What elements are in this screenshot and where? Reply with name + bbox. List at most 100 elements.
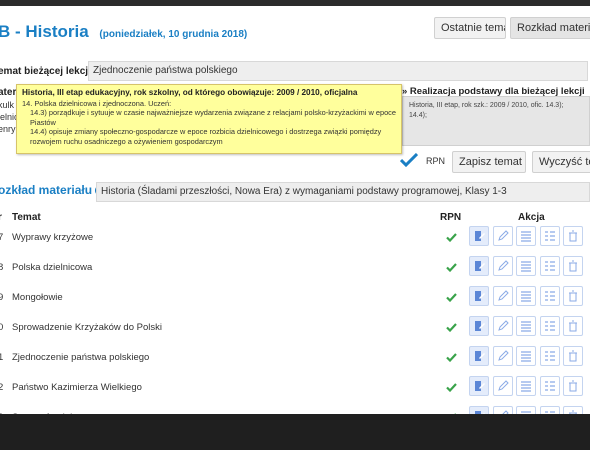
row-number: 1 <box>0 352 4 363</box>
trash-button[interactable] <box>563 286 583 306</box>
trash-icon <box>569 230 577 242</box>
indent-list-button[interactable] <box>539 406 560 414</box>
save-topic-button[interactable]: Zapisz temat <box>452 151 526 173</box>
rpn-check-icon <box>446 323 457 332</box>
list-button[interactable] <box>516 376 536 396</box>
clear-topic-button[interactable]: Wyczyść tema <box>532 151 590 173</box>
material-line-1: kulk <box>0 100 15 110</box>
pencil-icon <box>497 380 509 391</box>
edit-icon <box>475 261 485 271</box>
edit-icon <box>475 351 485 361</box>
indent-list-button[interactable] <box>539 256 560 276</box>
col-rpn-header: RPN <box>440 212 462 223</box>
edit-button[interactable] <box>469 406 489 414</box>
pencil-icon <box>497 290 509 301</box>
row-topic[interactable]: Zjednoczenie państwa polskiego <box>12 352 149 363</box>
pencil-button[interactable] <box>492 256 513 276</box>
list-icon <box>521 291 531 302</box>
tooltip-line-3: 14.4) opisuje zmiany społeczno-gospodarc… <box>30 127 382 146</box>
pencil-button[interactable] <box>492 346 513 366</box>
list-button[interactable] <box>516 256 536 276</box>
edit-icon <box>475 381 485 391</box>
edit-button[interactable] <box>469 346 489 366</box>
trash-icon <box>569 290 577 302</box>
edit-button[interactable] <box>469 376 489 396</box>
trash-button[interactable] <box>563 406 583 414</box>
trash-icon <box>569 320 577 332</box>
rpn-checkbox-icon[interactable] <box>400 153 418 167</box>
col-num-header: r <box>0 212 2 223</box>
pencil-button[interactable] <box>492 286 513 306</box>
row-topic[interactable]: Państwo Kazimierza Wielkiego <box>12 382 142 393</box>
rpn-check-icon <box>446 383 457 392</box>
trash-button[interactable] <box>563 256 583 276</box>
row-topic[interactable]: Sprowadzenie Krzyżaków do Polski <box>12 322 162 333</box>
indent-list-icon <box>544 261 555 271</box>
topic-input[interactable]: Zjednoczenie państwa polskiego <box>88 61 588 81</box>
page-title: B - Historia (poniedziałek, 10 grudnia 2… <box>0 22 247 42</box>
list-icon <box>521 231 531 242</box>
indent-list-icon <box>544 291 555 301</box>
table-row: 3System feudalny <box>0 404 590 414</box>
row-topic[interactable]: Polska dzielnicowa <box>12 262 92 273</box>
indent-list-button[interactable] <box>539 226 560 246</box>
list-button[interactable] <box>516 226 536 246</box>
pencil-button[interactable] <box>492 376 513 396</box>
lesson-page: B - Historia (poniedziałek, 10 grudnia 2… <box>0 0 590 414</box>
list-button[interactable] <box>516 286 536 306</box>
rpn-check-icon <box>446 263 457 272</box>
col-topic-header: Temat <box>12 212 41 223</box>
indent-list-button[interactable] <box>539 316 560 336</box>
topic-label: emat bieżącej lekcji <box>0 66 91 77</box>
list-button[interactable] <box>516 406 536 414</box>
top-bar <box>0 0 590 6</box>
table-row: 8 Polska dzielnicowa <box>0 254 590 284</box>
recent-topics-button[interactable]: Ostatnie tematy <box>434 17 506 39</box>
pencil-button[interactable] <box>492 316 513 336</box>
pencil-icon <box>497 260 509 271</box>
edit-button[interactable] <box>469 256 489 276</box>
plan-select[interactable]: Historia (Śladami przeszłości, Nowa Era)… <box>96 182 590 202</box>
pencil-icon <box>497 350 509 361</box>
edit-icon <box>475 291 485 301</box>
edit-button[interactable] <box>469 316 489 336</box>
screen-bottom <box>0 414 590 450</box>
indent-list-button[interactable] <box>539 286 560 306</box>
row-topic[interactable]: Wyprawy krzyżowe <box>12 232 93 243</box>
table-row: 2 Państwo Kazimierza Wielkiego <box>0 374 590 404</box>
row-number: 2 <box>0 382 4 393</box>
indent-list-icon <box>544 321 555 331</box>
lesson-date: (poniedziałek, 10 grudnia 2018) <box>99 29 248 40</box>
trash-icon <box>569 350 577 362</box>
list-button[interactable] <box>516 346 536 366</box>
pencil-button[interactable] <box>492 226 513 246</box>
indent-list-button[interactable] <box>539 376 560 396</box>
table-row: 9 Mongołowie <box>0 284 590 314</box>
tooltip-line-1: 14. Polska dzielnicowa i zjednoczona. Uc… <box>22 98 172 108</box>
edit-icon <box>475 321 485 331</box>
list-button[interactable] <box>516 316 536 336</box>
list-icon <box>521 261 531 272</box>
trash-button[interactable] <box>563 316 583 336</box>
indent-list-icon <box>544 351 555 361</box>
row-topic[interactable]: Mongołowie <box>12 292 63 303</box>
trash-button[interactable] <box>563 346 583 366</box>
row-number: 9 <box>0 292 4 303</box>
plan-title-text: ozkład materiału <box>0 183 93 197</box>
pencil-button[interactable] <box>492 406 513 414</box>
table-row: 1 Zjednoczenie państwa polskiego <box>0 344 590 374</box>
indent-list-button[interactable] <box>539 346 560 366</box>
tooltip-title: Historia, III etap edukacyjny, rok szkol… <box>22 88 358 97</box>
indent-list-icon <box>544 381 555 391</box>
plan-button[interactable]: Rozkład materiału <box>510 17 590 39</box>
edit-button[interactable] <box>469 226 489 246</box>
realization-textarea[interactable]: Historia, III etap, rok szk.: 2009 / 201… <box>402 96 590 146</box>
plan-section-title: ozkład materiałui <box>0 183 107 197</box>
col-action-header: Akcja <box>518 212 545 223</box>
rpn-check-icon <box>446 293 457 302</box>
row-number: 0 <box>0 322 4 333</box>
trash-button[interactable] <box>563 376 583 396</box>
edit-button[interactable] <box>469 286 489 306</box>
standards-tooltip: Historia, III etap edukacyjny, rok szkol… <box>16 84 402 154</box>
trash-button[interactable] <box>563 226 583 246</box>
